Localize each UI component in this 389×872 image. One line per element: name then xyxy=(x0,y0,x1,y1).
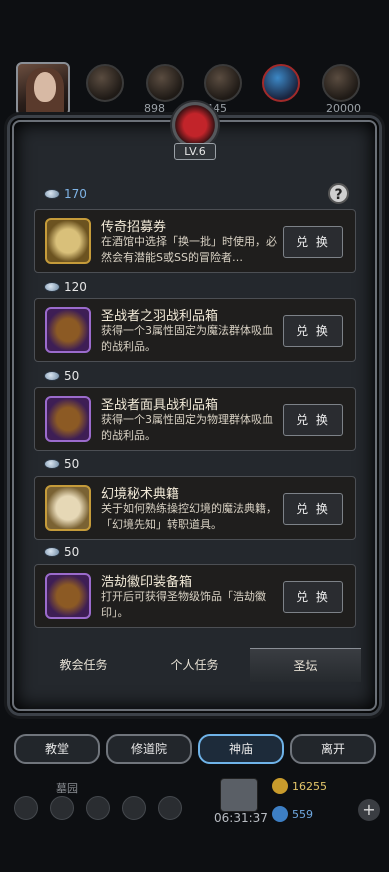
list-item: 圣战者之羽战利品箱 获得一个3属性固定为魔法群体吸血的战利品。 兑 换 xyxy=(34,298,356,362)
nav-leave-button[interactable]: 离开 xyxy=(290,734,376,764)
silver-coin-icon xyxy=(44,459,60,469)
resource-icon-3[interactable] xyxy=(204,64,242,102)
currency-balance-value: 170 xyxy=(64,187,87,201)
quick-action-icon-1[interactable] xyxy=(14,796,38,820)
silver-coin-icon xyxy=(44,371,60,381)
resource-icon-5[interactable] xyxy=(322,64,360,102)
item-name: 圣战者面具战利品箱 xyxy=(101,398,219,413)
gold-balance: 16255 xyxy=(272,778,327,794)
chest-icon[interactable] xyxy=(45,396,91,442)
quick-action-icon-2[interactable] xyxy=(50,796,74,820)
gem-balance: 559 xyxy=(272,806,313,822)
item-desc: 获得一个3属性固定为物理群体吸血的战利品。 xyxy=(101,413,273,442)
item-cost: 50 xyxy=(44,369,79,383)
tab-personal-tasks[interactable]: 个人任务 xyxy=(139,648,250,682)
nav-temple-button[interactable]: 神庙 xyxy=(198,734,284,764)
list-item: 浩劫徽印装备箱 打开后可获得圣物级饰品「浩劫徽印」。 兑 换 xyxy=(34,564,356,628)
item-desc: 打开后可获得圣物级饰品「浩劫徽印」。 xyxy=(101,590,266,619)
book-icon[interactable] xyxy=(45,485,91,531)
avatar[interactable] xyxy=(16,62,70,116)
help-icon[interactable]: ? xyxy=(328,183,349,204)
currency-balance: 170 xyxy=(44,187,87,201)
chest-icon[interactable] xyxy=(45,307,91,353)
item-name: 浩劫徽印装备箱 xyxy=(101,575,193,590)
mailbox-icon[interactable] xyxy=(220,778,258,812)
nav-church-button[interactable]: 教堂 xyxy=(14,734,100,764)
resource-icon-4[interactable] xyxy=(262,64,300,102)
item-desc: 获得一个3属性固定为魔法群体吸血的战利品。 xyxy=(101,324,273,353)
item-name: 幻境秘术典籍 xyxy=(101,487,180,502)
item-cost-value: 50 xyxy=(64,369,80,383)
quick-action-icon-5[interactable] xyxy=(158,796,182,820)
tab-altar[interactable]: 圣坛 xyxy=(250,648,361,682)
gem-value: 559 xyxy=(292,807,313,821)
item-desc: 在酒馆中选择「换一批」时使用，必然会有潜能S或SS的冒险者… xyxy=(101,235,277,264)
level-badge: LV.6 xyxy=(174,143,216,160)
add-icon[interactable]: + xyxy=(358,799,380,821)
item-name: 传奇招募券 xyxy=(101,220,167,235)
nav-monastery-button[interactable]: 修道院 xyxy=(106,734,192,764)
silver-coin-icon xyxy=(44,282,60,292)
exchange-button[interactable]: 兑 换 xyxy=(283,226,343,258)
list-item: 幻境秘术典籍 关于如何熟练操控幻境的魔法典籍，「幻境先知」转职道具。 兑 换 xyxy=(34,476,356,540)
exchange-button[interactable]: 兑 换 xyxy=(283,493,343,525)
chest-icon[interactable] xyxy=(45,573,91,619)
item-cost-value: 120 xyxy=(64,280,87,294)
exchange-button[interactable]: 兑 换 xyxy=(283,315,343,347)
item-desc: 关于如何熟练操控幻境的魔法典籍，「幻境先知」转职道具。 xyxy=(101,502,277,531)
face-shape xyxy=(34,72,56,102)
resource-count-5: 20000 xyxy=(326,102,361,115)
location-nav: 教堂 修道院 神庙 离开 xyxy=(14,734,376,766)
resource-icon-1[interactable] xyxy=(86,64,124,102)
tab-church-tasks[interactable]: 教会任务 xyxy=(28,648,139,682)
list-item: 圣战者面具战利品箱 获得一个3属性固定为物理群体吸血的战利品。 兑 换 xyxy=(34,387,356,451)
gold-coin-icon xyxy=(272,778,288,794)
exchange-button[interactable]: 兑 换 xyxy=(283,581,343,613)
resource-count-2: 898 xyxy=(144,102,165,115)
list-item: 传奇招募券 在酒馆中选择「换一批」时使用，必然会有潜能S或SS的冒险者… 兑 换 xyxy=(34,209,356,273)
gold-value: 16255 xyxy=(292,779,327,793)
item-cost-value: 50 xyxy=(64,545,80,559)
item-cost: 120 xyxy=(44,280,87,294)
item-cost-value: 50 xyxy=(64,457,80,471)
quick-action-icon-3[interactable] xyxy=(86,796,110,820)
silver-coin-icon xyxy=(44,547,60,557)
item-name: 圣战者之羽战利品箱 xyxy=(101,309,219,324)
resource-icon-2[interactable] xyxy=(146,64,184,102)
location-label: 墓园 xyxy=(56,782,78,795)
quick-action-icon-4[interactable] xyxy=(122,796,146,820)
task-tabs: 教会任务 个人任务 圣坛 xyxy=(28,648,361,682)
item-cost: 50 xyxy=(44,457,79,471)
gem-icon xyxy=(272,806,288,822)
silver-coin-icon xyxy=(44,189,60,199)
timer: 06:31:37 xyxy=(214,811,268,825)
exchange-button[interactable]: 兑 换 xyxy=(283,404,343,436)
item-cost: 50 xyxy=(44,545,79,559)
scroll-icon[interactable] xyxy=(45,218,91,264)
